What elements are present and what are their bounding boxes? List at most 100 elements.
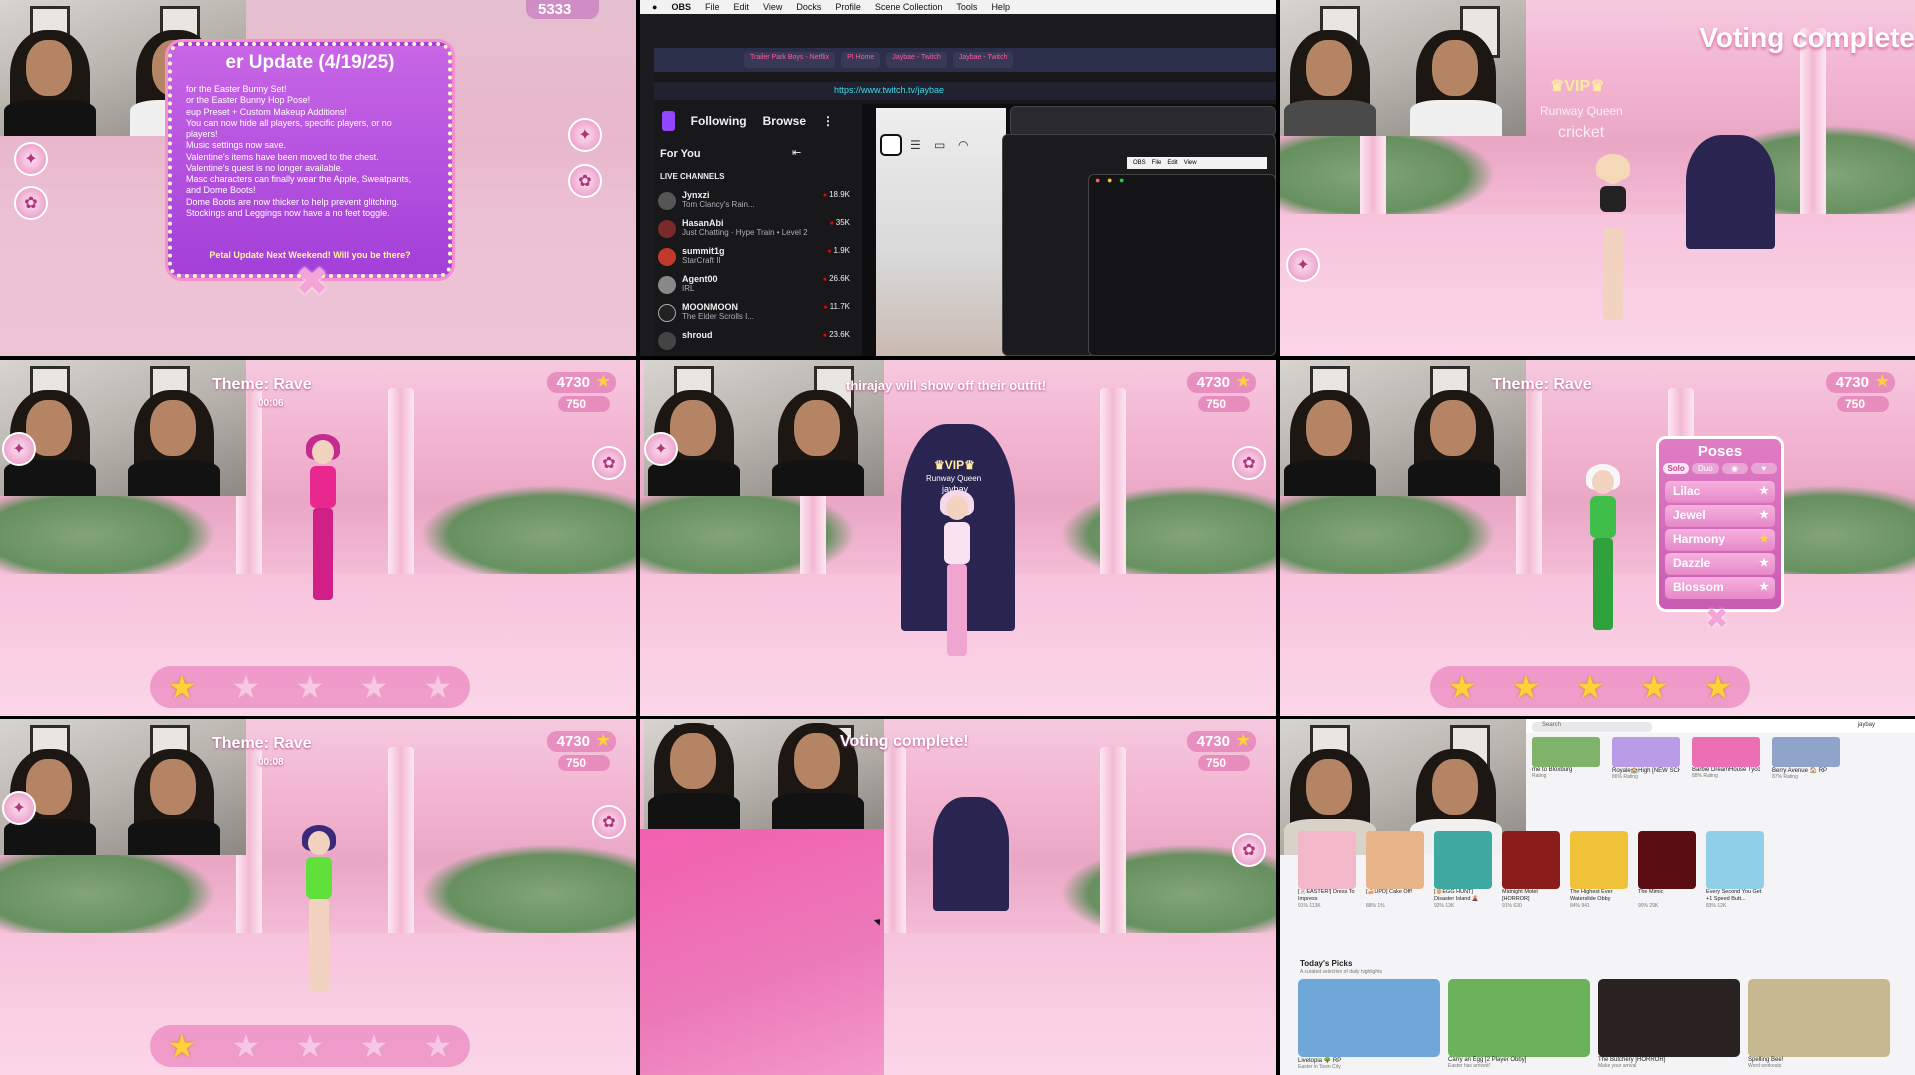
star-rating-5[interactable]: ★ [424,1030,453,1062]
game-title: [🥚EGG HUNT] Disaster Island 🌋 [1434,889,1479,902]
browser-tab[interactable]: Trailer Park Boys - Netflix [744,52,836,68]
side-menu-button[interactable]: ✦ [568,118,602,152]
star-rating-5[interactable]: ★ [1704,671,1733,703]
game-rating: 92% 13K [1434,903,1455,909]
side-menu-button[interactable]: ✿ [592,446,626,480]
tab-favorites[interactable]: ♥ [1750,463,1777,474]
game-card[interactable]: Berry Avenue 🏠 RP 87% Rating [1772,737,1840,780]
pose-item-jewel[interactable]: Jewel [1665,505,1775,527]
zoom-dot-icon[interactable]: ● [1119,175,1124,185]
headphones-icon[interactable]: ◠ [958,138,968,152]
game-card[interactable]: [🐰EASTER!] Dress To Impress 91% 113K [1298,831,1356,909]
game-rating: 83% 12K [1706,903,1727,909]
star-rating-1[interactable]: ★ [168,1030,197,1062]
star-rating-2[interactable]: ★ [232,1030,261,1062]
pose-item-dazzle[interactable]: Dazzle [1665,553,1775,575]
game-card[interactable]: [🥚EGG HUNT] Disaster Island 🌋 92% 13K [1434,831,1492,909]
pose-item-blossom[interactable]: Blossom [1665,577,1775,599]
channel-item[interactable]: HasanAbi Just Chatting · Hype Train • Lev… [658,218,850,246]
star-rating-5[interactable]: ★ [424,671,453,703]
channel-name: Agent00 [682,274,718,284]
side-menu-button[interactable]: ✿ [1232,833,1266,867]
roblox-icon[interactable] [880,134,902,156]
star-rating-4[interactable]: ★ [360,1030,389,1062]
tab-solo[interactable]: Solo [1663,463,1690,474]
game-card[interactable]: The Mimic 90% 29K [1638,831,1696,909]
side-menu-button[interactable]: ✦ [2,432,36,466]
tile-obs-twitch: ● OBS File Edit View Docks Profile Scene… [640,0,1276,356]
side-menu-button[interactable]: ✿ [14,186,48,220]
username-label[interactable]: jaybay [1858,722,1875,728]
game-card[interactable]: [🍰UPD] Cake Off! 88% 1% [1366,831,1424,909]
apple-icon[interactable]: ● [652,2,657,12]
side-menu-button[interactable]: ✦ [644,432,678,466]
menu-item-edit[interactable]: Edit [733,2,749,12]
star-rating-1[interactable]: ★ [168,671,197,703]
star-rating-3[interactable]: ★ [1576,671,1605,703]
menu-item-tools[interactable]: Tools [956,2,977,12]
game-card[interactable]: Royale🏫High [NEW SCHOOL!]86% Rating [1612,737,1680,780]
browser-tab[interactable]: Jaybae - Twitch [952,52,1014,68]
channel-item[interactable]: shroud 23.6K [658,330,850,356]
theme-label: Theme: Rave [212,735,312,752]
star-rating-2[interactable]: ★ [232,671,261,703]
menu-item-help[interactable]: Help [991,2,1010,12]
game-card[interactable]: Every Second You Get +1 Speed Butt... 83%… [1706,831,1764,909]
pose-item-lilac[interactable]: Lilac [1665,481,1775,503]
game-card[interactable]: Carry an Egg [2 Player Obby] Easter has a… [1448,979,1590,1070]
browser-tab[interactable]: Jaybae - Twitch [886,52,947,68]
channel-item[interactable]: MOONMOONThe Elder Scrolls I... 11.7K [658,302,850,330]
more-icon[interactable]: ⋮ [822,114,834,128]
game-card[interactable]: The Highest Ever Waterslide Obby 84% 941 [1570,831,1628,909]
minimize-dot-icon[interactable]: ● [1107,175,1112,185]
channel-item[interactable]: JynxziTom Clancy's Rain... 18.9K [658,190,850,218]
close-dot-icon[interactable]: ● [1095,175,1100,185]
menu-item-scene-collection[interactable]: Scene Collection [875,2,943,12]
mini-menu-item: OBS [1133,160,1146,166]
star-rating-3[interactable]: ★ [296,1030,325,1062]
side-menu-button[interactable]: ✦ [1286,248,1320,282]
star-rating-3[interactable]: ★ [296,671,325,703]
star-rating-1[interactable]: ★ [1448,671,1477,703]
game-card[interactable]: Spelling Bee! Word workouts [1748,979,1890,1070]
menu-icon[interactable]: ☰ [910,138,921,152]
viewer-count: 35K [830,218,850,227]
twitch-header: Following Browse ⋮ [654,104,834,138]
twitch-logo-icon[interactable] [662,111,675,131]
stream-player[interactable]: ☰ ▭ ◠ ● ● ● OBS File Edit View [862,104,1276,356]
nav-following[interactable]: Following [691,114,747,128]
menu-item-docks[interactable]: Docks [796,2,821,12]
close-icon[interactable]: ✖ [290,260,334,304]
pose-item-harmony[interactable]: Harmony [1665,529,1775,551]
game-card[interactable]: The Butchery [HORROR] Make your arrival [1598,979,1740,1070]
close-icon[interactable]: ✖ [1705,602,1728,635]
menu-item-obs[interactable]: OBS [671,2,691,12]
chat-icon[interactable]: ▭ [934,138,945,152]
menu-item-file[interactable]: File [705,2,720,12]
side-menu-button[interactable]: ✦ [14,142,48,176]
side-menu-button[interactable]: ✿ [1232,446,1266,480]
channel-item[interactable]: Agent00IRL 26.6K [658,274,850,302]
side-menu-button[interactable]: ✿ [592,805,626,839]
game-card[interactable]: Livetopia 🌳 RP Easter in Town City [1298,979,1440,1070]
menu-item-profile[interactable]: Profile [835,2,861,12]
tab-duo[interactable]: Duo [1692,463,1719,474]
game-card[interactable]: Barbie DreamHouse Tycoon 88% Rating [1692,737,1760,780]
collapse-sidebar-icon[interactable]: ⇤ [792,146,801,159]
search-input[interactable]: Search [1532,722,1652,732]
address-bar[interactable]: https://www.twitch.tv/jaybae [654,82,1276,100]
side-menu-button[interactable]: ✦ [2,791,36,825]
side-menu-button[interactable]: ✿ [568,164,602,198]
star-rating-2[interactable]: ★ [1512,671,1541,703]
game-card[interactable]: Midnight Motel [HORROR] 91% 630 [1502,831,1560,909]
star-rating-4[interactable]: ★ [1640,671,1669,703]
tab-filter[interactable]: ◉ [1721,463,1748,474]
nav-browse[interactable]: Browse [763,114,806,128]
menu-item-view[interactable]: View [763,2,782,12]
star-rating-4[interactable]: ★ [360,671,389,703]
player-avatar [296,825,342,1001]
channel-item[interactable]: summit1gStarCraft II 1.9K [658,246,850,274]
game-card[interactable]: me to Bloxburg Rating [1532,737,1600,780]
browser-tab[interactable]: PI Home [841,52,881,68]
channel-game: StarCraft II [682,256,721,265]
